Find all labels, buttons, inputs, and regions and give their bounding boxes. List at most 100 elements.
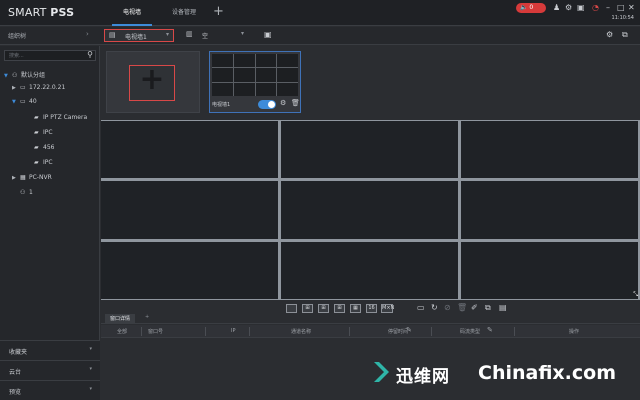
plan-icon: ▥ xyxy=(186,30,193,38)
wall-screen[interactable] xyxy=(461,121,638,179)
pencil-icon[interactable]: ✎ xyxy=(487,326,493,334)
tree-item-device[interactable]: ▶ ▭ 172.22.0.21 xyxy=(12,84,65,96)
maximize-icon[interactable]: □ xyxy=(617,3,625,12)
layout-toolbar: ⊞ ⊞ ⊞ ▦ 16 M×N ▭ ↻ ⊘ 🗑 ✐ ⧉ ▤ xyxy=(101,302,640,316)
delete-icon[interactable]: 🗑 xyxy=(457,303,467,312)
chevron-down-icon: ▾ xyxy=(89,366,92,372)
refresh-icon[interactable]: ↻ xyxy=(431,303,438,312)
wall-card[interactable]: 电视墙1 ⚙ 🗑 xyxy=(209,51,301,113)
save-icon[interactable]: ▣ xyxy=(264,30,272,39)
video-wall-area: ⤡ xyxy=(101,120,640,300)
wall-enable-toggle[interactable] xyxy=(258,100,276,109)
layout-9-icon[interactable]: ▦ xyxy=(350,304,361,313)
column-header[interactable]: 窗口号 xyxy=(148,328,163,335)
add-tab-icon[interactable]: + xyxy=(145,314,149,320)
user-icon[interactable]: ♟ xyxy=(553,3,560,12)
collapse-arrow-icon[interactable]: › xyxy=(86,30,89,38)
clock: 11:10:54 xyxy=(611,15,634,21)
gear-icon[interactable]: ⚙ xyxy=(565,3,572,12)
tree-item-channel[interactable]: ▰ 456 xyxy=(34,144,54,156)
comment-icon[interactable]: ▭ xyxy=(417,303,425,312)
minimize-icon[interactable]: – xyxy=(606,3,610,12)
chevron-down-icon: ▾ xyxy=(89,346,92,352)
layout-1-icon[interactable] xyxy=(286,304,297,313)
alarm-badge[interactable]: 🔈 0 xyxy=(516,3,546,13)
table-header: 全部 窗口号 IP 通道名称 停留时间 ✎ 码流类型 ✎ 操作 xyxy=(101,325,640,338)
wall-thumbnails: + 电视墙1 ⚙ 🗑 xyxy=(101,46,640,120)
wall-screen[interactable] xyxy=(461,181,638,239)
chevron-down-icon: ▾ xyxy=(165,31,169,38)
camera-icon: ▰ xyxy=(34,129,39,136)
tab-video-wall[interactable]: 电视墙 xyxy=(112,0,152,26)
stop-icon[interactable]: ⊘ xyxy=(444,303,451,312)
wall-screen[interactable] xyxy=(461,241,638,299)
tv-wall-icon: ▤ xyxy=(109,31,116,39)
layout-16-button[interactable]: 16 xyxy=(366,304,377,313)
layout-4-icon[interactable]: ⊞ xyxy=(302,304,313,313)
accordion-favorites[interactable]: 收藏夹 ▾ xyxy=(0,340,100,360)
watermark-en: Chinafix.com xyxy=(478,362,617,384)
add-wall-button[interactable]: + xyxy=(129,62,175,101)
group-icon: ⚇ xyxy=(12,72,18,79)
layout-icon[interactable]: ⧉ xyxy=(622,30,628,40)
fullscreen-icon[interactable]: ⧉ xyxy=(485,303,491,313)
caret-down-icon[interactable]: ▼ xyxy=(4,73,12,79)
device-icon: ▭ xyxy=(20,98,26,105)
caret-down-icon[interactable]: ▼ xyxy=(12,99,20,105)
tab-device-manager[interactable]: 设备管理 xyxy=(160,0,208,26)
tree-item-device[interactable]: ▼ ▭ 40 xyxy=(12,98,37,110)
column-header[interactable]: 码流类型 xyxy=(460,328,480,335)
search-input[interactable]: 搜索... ⚲ xyxy=(4,50,96,61)
wall-screen[interactable] xyxy=(101,181,278,239)
wall-name: 电视墙1 xyxy=(212,102,231,108)
column-header[interactable]: 停留时间 xyxy=(388,328,408,335)
settings-icon[interactable]: ⚙ xyxy=(606,30,613,39)
close-icon[interactable]: ✕ xyxy=(628,3,635,12)
wall-screen[interactable] xyxy=(101,121,278,179)
wall-select-value: 电视墙1 xyxy=(125,34,147,41)
search-icon[interactable]: ⚲ xyxy=(87,50,93,59)
resize-handle-icon[interactable]: ⤡ xyxy=(633,291,638,299)
caret-right-icon[interactable]: ▶ xyxy=(12,85,20,91)
performance-icon[interactable]: ◔ xyxy=(592,3,599,12)
clear-icon[interactable]: ✐ xyxy=(471,303,478,312)
lock-icon[interactable]: ▣ xyxy=(577,3,585,12)
camera-icon: ▰ xyxy=(34,114,39,121)
tree-item-default-group[interactable]: ▼ ⚇ 默认分组 xyxy=(4,70,45,82)
plan-select[interactable]: ▥ 空 ▾ xyxy=(184,29,246,42)
chevron-down-icon: ▾ xyxy=(240,30,244,37)
wall-screen[interactable] xyxy=(281,121,458,179)
tab-window-details[interactable]: 窗口详情 xyxy=(105,314,136,324)
column-header[interactable]: 操作 xyxy=(569,328,579,335)
wall-preview-grid xyxy=(212,54,298,96)
tree-item-channel[interactable]: ▰ IPC xyxy=(34,129,53,141)
wall-screen[interactable] xyxy=(281,181,458,239)
plan-select-value: 空 xyxy=(202,33,209,40)
add-tab-icon[interactable]: + xyxy=(213,4,224,19)
toolbar: 组织树 › ▤ 电视墙1 ▾ ▥ 空 ▾ ▣ ⚙ ⧉ xyxy=(0,27,640,45)
layout-mxn-button[interactable]: M×N xyxy=(381,304,394,313)
accordion-preview[interactable]: 预览 ▾ xyxy=(0,380,100,400)
tree-item-device[interactable]: ▶ ▦ PC-NVR xyxy=(12,174,52,186)
gear-icon[interactable]: ⚙ xyxy=(280,99,286,107)
tree-item-channel[interactable]: ▰ IP PTZ Camera xyxy=(34,114,87,126)
column-header[interactable]: 全部 xyxy=(117,328,127,335)
schedule-icon[interactable]: ▤ xyxy=(499,303,507,312)
chevron-down-icon: ▾ xyxy=(89,386,92,392)
tree-item-group[interactable]: ⚇ 1 xyxy=(20,189,33,201)
layout-6-icon[interactable]: ⊞ xyxy=(318,304,329,313)
trash-icon[interactable]: 🗑 xyxy=(291,99,300,107)
column-header[interactable]: 通道名称 xyxy=(291,328,311,335)
pencil-icon[interactable]: ✎ xyxy=(406,326,412,334)
wall-screen[interactable] xyxy=(281,241,458,299)
wall-select[interactable]: ▤ 电视墙1 ▾ xyxy=(104,29,174,42)
tree-item-channel[interactable]: ▰ IPC xyxy=(34,159,53,171)
wall-screen[interactable] xyxy=(101,241,278,299)
layout-8-icon[interactable]: ⊞ xyxy=(334,304,345,313)
column-header[interactable]: IP xyxy=(231,328,236,334)
detail-tabs: 窗口详情 + xyxy=(101,314,640,324)
accordion-ptz[interactable]: 云台 ▾ xyxy=(0,360,100,380)
caret-right-icon[interactable]: ▶ xyxy=(12,175,20,181)
app-logo: SMART PSS xyxy=(8,6,75,19)
title-bar: SMART PSS 电视墙 设备管理 + 🔈 0 ♟ ⚙ ▣ ◔ – □ ✕ 1… xyxy=(0,0,640,26)
